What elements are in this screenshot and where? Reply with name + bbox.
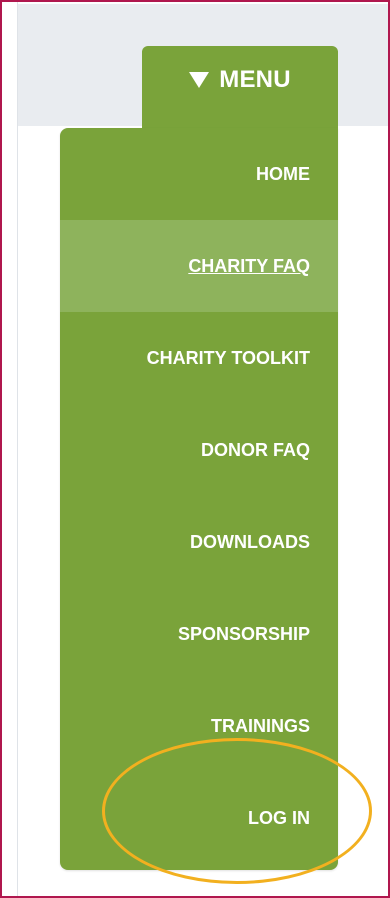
menu-item-label: DOWNLOADS — [190, 531, 310, 552]
menu-item-label: CHARITY TOOLKIT — [146, 347, 310, 368]
menu-dropdown: HOME CHARITY FAQ CHARITY TOOLKIT DONOR F… — [60, 128, 338, 870]
page-edge-divider — [17, 2, 18, 896]
menu-item-label: LOG IN — [248, 807, 310, 828]
menu-item-downloads[interactable]: DOWNLOADS — [60, 496, 338, 588]
menu-item-charity-toolkit[interactable]: CHARITY TOOLKIT — [60, 312, 338, 404]
menu-item-label: SPONSORSHIP — [177, 623, 310, 644]
menu-toggle-button[interactable]: MENU — [142, 46, 338, 130]
menu-item-donor-faq[interactable]: DONOR FAQ — [60, 404, 338, 496]
menu-item-label: DONOR FAQ — [200, 439, 310, 460]
menu-toggle-label: MENU — [219, 66, 291, 93]
screenshot-frame: MENU HOME CHARITY FAQ CHARITY TOOLKIT DO… — [0, 0, 390, 898]
menu-item-sponsorship[interactable]: SPONSORSHIP — [60, 588, 338, 680]
caret-down-icon — [189, 72, 210, 88]
menu-item-home[interactable]: HOME — [60, 128, 338, 220]
menu-item-label: HOME — [256, 163, 310, 184]
menu-item-label: TRAININGS — [211, 715, 310, 736]
menu-item-log-in[interactable]: LOG IN — [60, 772, 338, 864]
menu-item-label: CHARITY FAQ — [188, 255, 310, 276]
menu-item-trainings[interactable]: TRAININGS — [60, 680, 338, 772]
menu-item-charity-faq[interactable]: CHARITY FAQ — [60, 220, 338, 312]
